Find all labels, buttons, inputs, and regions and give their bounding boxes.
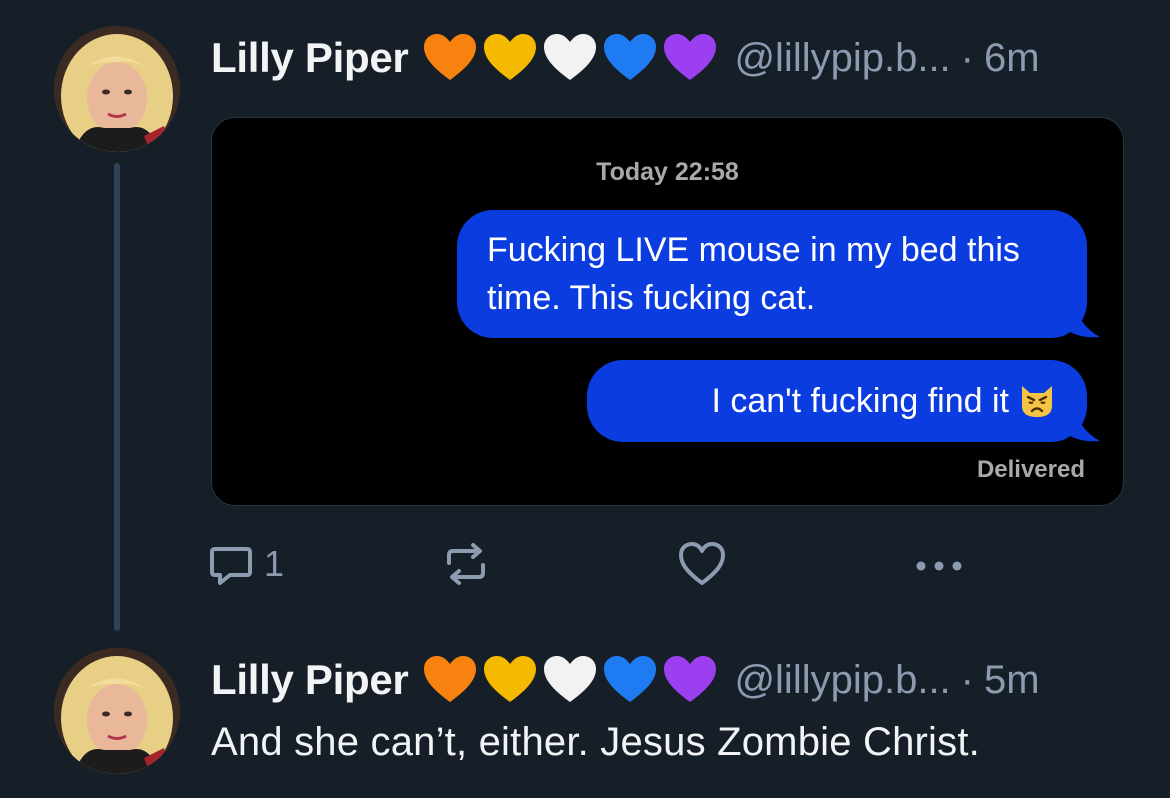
bubble-tail [1064,303,1100,338]
yellow-heart-icon [484,34,537,80]
like-icon [679,542,725,585]
post-time[interactable]: 6m [984,36,1040,81]
author-handle[interactable]: @lillypip.b... [734,658,950,703]
orange-heart-icon [424,34,477,80]
purple-heart-icon [664,34,717,80]
message-text: I can't fucking find it [711,382,1009,420]
author-name[interactable]: Lilly Piper [211,34,409,82]
separator-dot: · [960,657,974,702]
embedded-image[interactable]: Today 22:58 Fucking LIVE mouse in my bed… [211,117,1124,506]
orange-heart-icon [424,656,477,702]
message-bubble: I can't fucking find it [587,360,1087,442]
more-icon [916,561,962,571]
avatar[interactable] [54,26,180,152]
purple-heart-icon [664,656,717,702]
thread-line [114,163,120,631]
avatar[interactable] [54,648,180,774]
bubble-tail [1064,407,1100,442]
heart-emojis [422,33,718,83]
separator-dot: · [960,35,974,80]
post-time[interactable]: 5m [984,658,1040,703]
more-button[interactable] [913,538,967,590]
author-name[interactable]: Lilly Piper [211,656,409,704]
message-text: Fucking LIVE mouse in my bed this time. … [487,231,1020,317]
author-handle[interactable]: @lillypip.b... [734,36,950,81]
post-text: And she can’t, either. Jesus Zombie Chri… [211,720,980,764]
message-bubble: Fucking LIVE mouse in my bed this time. … [457,210,1087,338]
yellow-heart-icon [484,656,537,702]
delivery-status: Delivered [976,456,1085,483]
post-header: Lilly Piper @lillypip.b... · 6m [211,28,1040,88]
weary-cat-emoji-icon [1022,386,1052,418]
heart-emojis [422,655,718,705]
repost-button[interactable] [441,538,491,590]
blue-heart-icon [604,656,657,702]
white-heart-icon [544,34,597,80]
blue-heart-icon [604,34,657,80]
post-actions: 1 [208,538,988,590]
white-heart-icon [544,656,597,702]
message-timestamp: Today 22:58 [596,158,739,186]
reply-icon [210,547,252,585]
like-button[interactable] [678,538,726,590]
repost-icon [447,543,485,585]
post-header: Lilly Piper @lillypip.b... · 5m [211,650,1040,710]
reply-button[interactable]: 1 [208,538,284,590]
reply-count: 1 [264,543,285,584]
